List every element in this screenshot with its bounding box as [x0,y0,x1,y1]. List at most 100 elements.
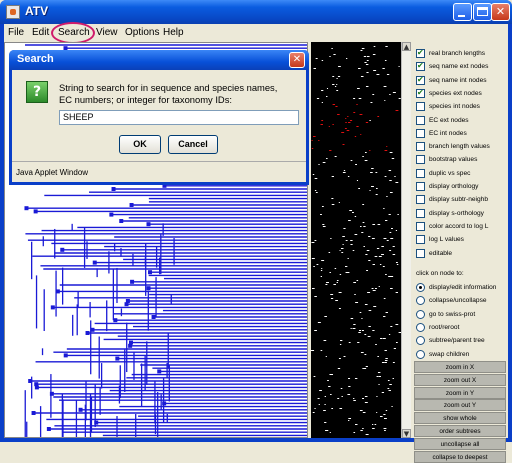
checkbox[interactable] [416,155,425,165]
radio-button[interactable] [416,349,425,359]
dialog-body: ? String to search for in sequence and s… [12,70,306,182]
checkbox-row[interactable]: display subtr-neighb [412,194,508,206]
vertical-scrollbar[interactable]: ▲ ▼ [401,42,411,438]
checkbox-row[interactable]: species ext nodes [412,87,508,100]
checkbox[interactable] [416,74,425,86]
checkbox[interactable] [416,102,425,112]
radio-row[interactable]: swap children [412,349,508,361]
checkbox[interactable] [416,182,425,191]
checkbox-row[interactable]: seq name ext nodes [412,60,508,73]
radio-row[interactable]: subtree/parent tree [412,335,508,347]
menu-view[interactable]: View [96,26,118,40]
checkbox[interactable] [416,168,425,178]
checkbox-row[interactable]: color accord to log L [412,221,508,233]
checkbox-row[interactable]: bootstrap values [412,154,508,166]
search-input[interactable]: SHEEP [59,110,299,125]
radio-button[interactable] [416,283,425,292]
maximize-button[interactable] [473,3,492,21]
sequence-labels-overview [311,46,401,435]
radio-row[interactable]: go to swiss-prot [412,309,508,321]
radio-label: display/edit information [429,284,497,291]
radio-row[interactable]: display/edit information [412,282,508,294]
checkbox-row[interactable]: real branch lengths [412,47,508,60]
control-button[interactable]: zoom in Y [414,386,506,399]
menu-bar: File Edit Search View Options Help [4,22,508,44]
checkbox-row[interactable]: branch length values [412,141,508,153]
checkbox[interactable] [416,142,425,152]
checkbox-row[interactable]: EC ext nodes [412,115,508,127]
menu-edit[interactable]: Edit [32,26,49,40]
radio-button[interactable] [416,322,425,332]
radio-button[interactable] [416,336,425,346]
control-button[interactable]: zoom in X [414,361,506,373]
java-app-icon [6,5,20,19]
dialog-title: Search [17,53,54,65]
control-button[interactable]: uncollapse all [414,437,506,450]
checkbox[interactable] [416,235,425,245]
close-icon: ✕ [495,5,506,18]
dialog-close-icon[interactable]: ✕ [289,52,305,68]
checkbox-label: real branch lengths [429,50,486,57]
checkbox-row[interactable]: species int nodes [412,101,508,113]
scroll-down-icon[interactable]: ▼ [402,429,411,438]
scroll-up-icon[interactable]: ▲ [402,42,411,51]
dialog-message: String to search for in sequence and spe… [59,82,304,106]
ok-button[interactable]: OK [119,135,161,154]
radio-row[interactable]: root/reroot [412,322,508,334]
checkbox-label: log L values [429,236,464,244]
checkbox[interactable] [416,128,425,138]
checkbox[interactable] [416,115,425,125]
radio-button[interactable] [416,296,425,306]
sequence-panel[interactable] [311,42,401,438]
checkbox-label: duplic vs spec [429,169,471,177]
applet-warning-status: Java Applet Window [12,161,306,182]
checkbox-row[interactable]: editable [412,248,508,260]
radio-label: subtree/parent tree [429,337,485,345]
checkbox-label: seq name int nodes [429,76,487,84]
control-button[interactable]: zoom out Y [414,399,506,412]
menu-file[interactable]: File [8,26,24,40]
controls-panel: real branch lengths seq name ext nodes seq… [412,42,508,463]
menu-help[interactable]: Help [163,26,184,40]
control-button[interactable]: order subtrees [414,425,506,437]
minimize-button[interactable] [453,3,472,21]
checkbox-row[interactable]: display orthology [412,181,508,193]
checkbox[interactable] [416,248,425,258]
control-button[interactable]: zoom out X [414,373,506,386]
checkbox-row[interactable]: EC int nodes [412,128,508,140]
checkbox-row[interactable]: seq name int nodes [412,74,508,87]
checkbox-label: display subtr-neighb [429,196,489,204]
checkbox[interactable] [416,208,425,218]
checkbox-row[interactable]: duplic vs spec [412,168,508,180]
checkbox-label: species int nodes [429,103,480,111]
checkbox-label: species ext nodes [429,89,482,97]
checkbox-row[interactable]: display s-orthology [412,208,508,220]
radio-row[interactable]: collapse/uncollapse [412,295,508,307]
checkbox[interactable] [416,195,425,205]
control-button[interactable]: collapse to deepest [414,450,506,463]
question-icon: ? [26,81,48,103]
checkbox-label: bootstrap values [429,156,478,164]
control-button[interactable]: show whole [414,412,506,425]
menu-options[interactable]: Options [125,26,159,40]
checkbox-label: editable [429,249,453,257]
radio-label: collapse/uncollapse [429,297,487,305]
sequence-label-marks [311,46,401,435]
radio-label: root/reroot [429,323,460,331]
checkbox-row[interactable]: log L values [412,234,508,246]
close-button[interactable]: ✕ [491,3,510,21]
checkbox-label: branch length values [429,143,490,151]
maximize-icon [477,7,488,16]
checkbox[interactable] [416,60,425,72]
checkbox-label: display orthology [429,183,479,190]
dialog-message-line1: String to search for in sequence and spe… [59,82,278,93]
checkbox[interactable] [416,221,425,231]
title-bar[interactable]: ATV ✕ [0,0,512,24]
click-node-label: click on node to: [416,270,464,277]
radio-button[interactable] [416,309,425,319]
checkbox[interactable] [416,87,425,99]
cancel-button[interactable]: Cancel [168,135,218,154]
checkbox[interactable] [416,47,425,59]
dialog-message-line2: EC numbers; or integer for taxonomy IDs: [59,94,232,105]
dialog-title-bar[interactable]: Search ✕ [9,50,309,70]
